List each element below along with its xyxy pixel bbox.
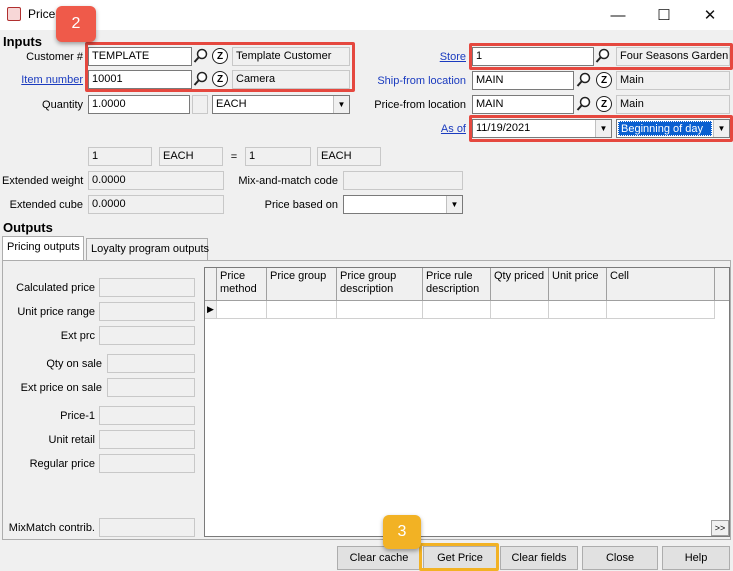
conversion-unit: EACH [159,147,223,166]
title-bar: Price — ☐ ✕ [0,0,733,30]
app-icon [7,7,21,21]
ship-from-location-link[interactable]: Ship-from location [360,75,466,87]
conversion-qty-2: 1 [245,147,311,166]
regular-price-value [99,454,195,473]
grid-cell[interactable] [549,301,607,319]
conversion-equals: = [230,151,238,163]
regular-price-label: Regular price [29,458,95,470]
grid-scroll-right-button[interactable]: >> [711,520,729,536]
grid-cell[interactable] [491,301,549,319]
customer-label: Customer # [26,51,83,63]
mixmatch-contrib-value [99,518,195,537]
as-of-link[interactable]: As of [400,123,466,135]
help-button[interactable]: Help [662,546,730,570]
step-2-badge: 2 [56,6,96,42]
grid-header-price-group-description[interactable]: Price group description [337,268,423,301]
unit-select[interactable]: EACH ▼ [212,95,350,114]
grid-header-price-method[interactable]: Price method [217,268,267,301]
grid-header-price-rule-description[interactable]: Price rule description [423,268,491,301]
window-title: Price [28,7,56,21]
price-1-value [99,406,195,425]
grid-header-cell[interactable]: Cell [607,268,715,301]
price-from-input[interactable]: MAIN [472,95,574,114]
unit-price-range-label: Unit price range [17,306,95,318]
ship-from-input[interactable]: MAIN [472,71,574,90]
unit-dropdown-arrow-icon[interactable]: ▼ [333,96,349,113]
grid-header-price-group[interactable]: Price group [267,268,337,301]
unit-price-range-value [99,302,195,321]
grid-header-unit-price[interactable]: Unit price [549,268,607,301]
mix-and-match-value [343,171,463,190]
grid-current-row-indicator: ▶ [205,301,217,319]
mixmatch-contrib-label: MixMatch contrib. [8,522,95,534]
ship-from-zoom-icon[interactable]: Z [596,72,612,88]
grid-cell[interactable] [217,301,267,319]
item-number-link[interactable]: Item number [10,74,83,86]
extended-weight-value: 0.0000 [88,171,224,190]
unit-retail-label: Unit retail [48,434,95,446]
extended-weight-label: Extended weight [2,175,84,187]
step-3-badge: 3 [383,515,421,549]
quantity-input[interactable]: 1.0000 [88,95,190,114]
calculated-price-label: Calculated price [16,282,95,294]
highlight-box-store [469,43,733,70]
qty-on-sale-value [107,354,195,373]
maximize-button[interactable]: ☐ [641,0,687,30]
highlight-box-customer-item [85,42,355,92]
ship-from-search-icon[interactable] [575,71,593,89]
price-from-name-display: Main [616,95,730,114]
grid-cell[interactable] [423,301,491,319]
clear-fields-button[interactable]: Clear fields [500,546,578,570]
mix-and-match-label: Mix-and-match code [238,175,338,187]
qty-on-sale-label: Qty on sale [46,358,102,370]
grid-cell[interactable] [607,301,715,319]
quantity-spin-button[interactable] [192,95,208,114]
unit-select-value: EACH [216,98,247,110]
ext-prc-value [99,326,195,345]
highlight-box-get-price [419,543,499,571]
grid-header-qty-priced[interactable]: Qty priced [491,268,549,301]
close-button[interactable]: Close [582,546,658,570]
pricing-results-grid[interactable]: Price method Price group Price group des… [204,267,730,537]
ship-from-name-display: Main [616,71,730,90]
grid-row-header-corner [205,268,217,301]
outputs-heading: Outputs [3,220,53,235]
minimize-button[interactable]: — [595,0,641,30]
grid-cell[interactable] [337,301,423,319]
ext-price-on-sale-value [107,378,195,397]
conversion-qty: 1 [88,147,152,166]
grid-header-filler [715,268,729,301]
price-based-on-select[interactable]: ▼ [343,195,463,214]
ext-price-on-sale-label: Ext price on sale [20,382,102,394]
ext-prc-label: Ext prc [60,330,95,342]
price-from-zoom-icon[interactable]: Z [596,96,612,112]
clear-cache-button[interactable]: Clear cache [337,546,421,570]
price-based-on-dropdown-icon[interactable]: ▼ [446,196,462,213]
extended-cube-label: Extended cube [9,199,83,211]
conversion-unit-2: EACH [317,147,381,166]
price-1-label: Price-1 [60,410,95,422]
inputs-heading: Inputs [3,34,42,49]
unit-retail-value [99,430,195,449]
tab-loyalty-program-outputs[interactable]: Loyalty program outputs [86,238,209,260]
price-based-on-label: Price based on [264,199,338,211]
quantity-label: Quantity [42,99,83,111]
price-from-search-icon[interactable] [575,95,593,113]
price-from-location-label: Price-from location [374,99,466,111]
extended-cube-value: 0.0000 [88,195,224,214]
grid-cell[interactable] [267,301,337,319]
highlight-box-as-of [469,115,733,142]
store-link[interactable]: Store [380,51,466,63]
calculated-price-value [99,278,195,297]
tab-pricing-outputs[interactable]: Pricing outputs [2,236,84,260]
close-window-button[interactable]: ✕ [687,0,733,30]
